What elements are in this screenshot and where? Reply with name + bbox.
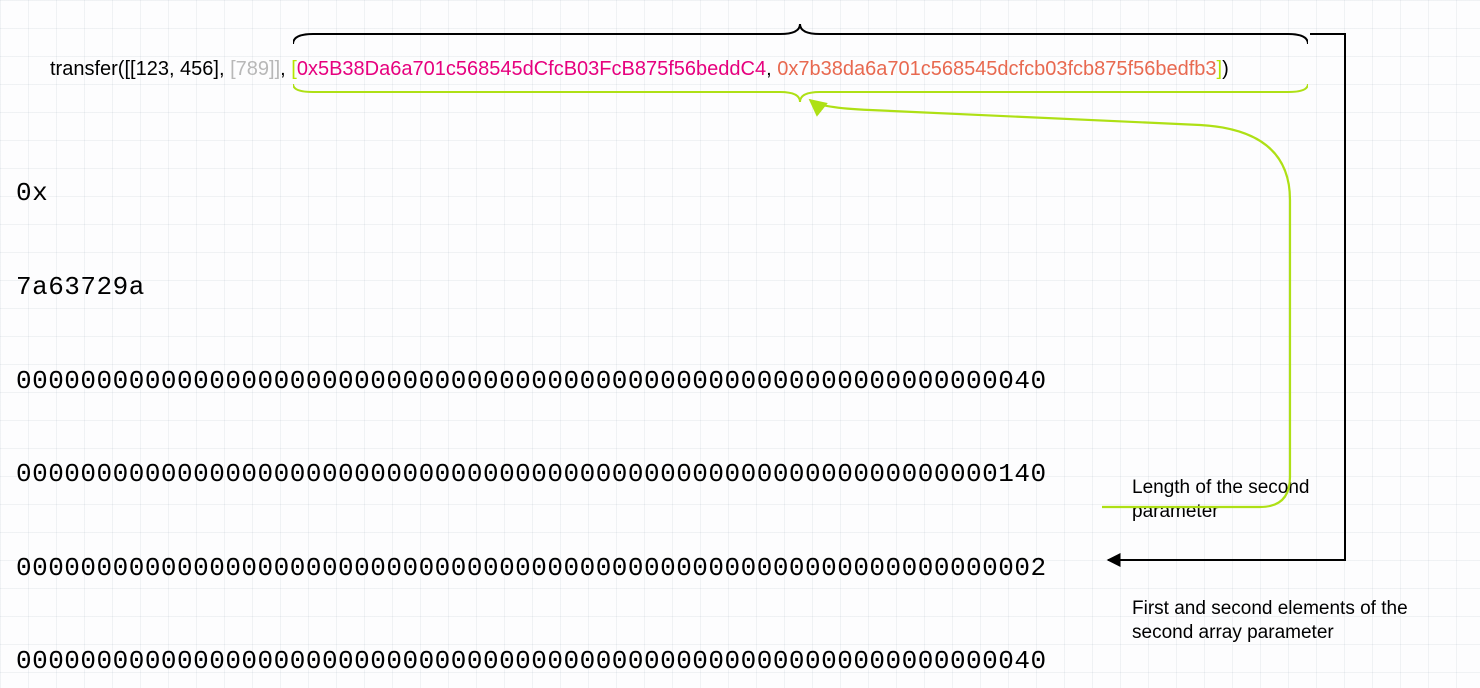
sig-sep: ,	[766, 58, 777, 80]
hex-row-0: 0000000000000000000000000000000000000000…	[16, 366, 1047, 397]
hex-selector: 7a63729a	[16, 272, 1047, 303]
sig-addr1: 0x5B38Da6a701c568545dCfcB03FcB875f56bedd…	[297, 58, 766, 80]
function-signature: transfer([[123, 456], [789]], [0x5B38Da6…	[50, 58, 1229, 81]
hex-row-1: 0000000000000000000000000000000000000000…	[16, 459, 1047, 490]
hex-row-3: 0000000000000000000000000000000000000000…	[16, 646, 1047, 677]
sig-prefix: transfer([[123, 456],	[50, 58, 230, 80]
top-brace	[293, 24, 1308, 46]
lime-underbrace	[293, 82, 1308, 104]
hex-calldata: 0x 7a63729a 0000000000000000000000000000…	[16, 116, 1047, 688]
sig-addr2: 0x7b38da6a701c568545dcfcb03fcb875f56bedf…	[777, 58, 1216, 80]
sig-gray: [789]]	[230, 58, 280, 80]
sig-comma: ,	[280, 58, 291, 80]
sig-close-paren: )	[1222, 58, 1229, 80]
hex-prefix: 0x	[16, 178, 1047, 209]
annotation-length: Length of the second parameter	[1132, 476, 1392, 524]
hex-row-2: 0000000000000000000000000000000000000000…	[16, 553, 1047, 584]
annotation-elements: First and second elements of the second …	[1132, 597, 1462, 645]
